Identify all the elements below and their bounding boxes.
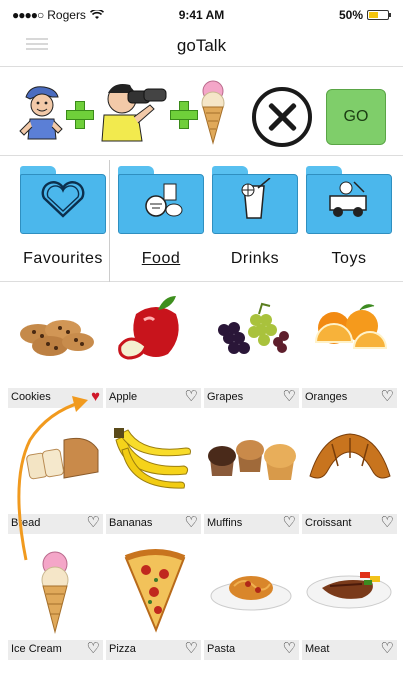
category-toys[interactable]: Toys (300, 160, 398, 282)
meat-image (302, 536, 397, 640)
heart-filled-icon[interactable]: ♥ (91, 389, 100, 405)
item-footer: Grapes ♡ (204, 388, 299, 408)
cookies-image (8, 284, 103, 388)
category-food[interactable]: Food (112, 160, 210, 282)
sentence-strip: GO (0, 66, 403, 156)
go-button[interactable]: GO (326, 89, 386, 145)
category-drinks[interactable]: Drinks (206, 160, 304, 282)
ice-cream-icon[interactable] (198, 79, 228, 145)
food-item-oranges[interactable]: Oranges ♡ (302, 284, 397, 410)
food-item-pasta[interactable]: Pasta ♡ (204, 536, 299, 662)
oranges-image (302, 284, 397, 388)
item-name: Bread (11, 517, 41, 529)
category-favourites[interactable]: Favourites (14, 160, 112, 282)
item-name: Grapes (207, 391, 244, 403)
heart-outline-icon[interactable]: ♡ (87, 641, 100, 657)
bread-image (8, 410, 103, 514)
item-footer: Bread ♡ (8, 514, 103, 534)
item-name: Bananas (109, 517, 153, 529)
heart-folder-icon (20, 166, 106, 234)
food-item-croissant[interactable]: Croissant ♡ (302, 410, 397, 536)
looking-binoculars-icon[interactable] (94, 79, 170, 145)
item-footer: Apple ♡ (106, 388, 201, 408)
category-label: Favourites (23, 250, 103, 267)
category-label: Toys (331, 250, 367, 267)
plus-icon (66, 101, 94, 129)
nav-bar: goTalk (0, 26, 403, 62)
item-name: Meat (305, 643, 330, 655)
food-item-ice-cream[interactable]: Ice Cream ♡ (8, 536, 103, 662)
item-footer: Croissant ♡ (302, 514, 397, 534)
toys-folder-icon (306, 166, 392, 234)
item-name: Ice Cream (11, 643, 62, 655)
food-item-bananas[interactable]: Bananas ♡ (106, 410, 201, 536)
drink-folder-icon (212, 166, 298, 234)
clear-button[interactable] (252, 87, 312, 147)
item-name: Croissant (305, 517, 352, 529)
app-title: goTalk (176, 36, 227, 55)
category-divider (109, 160, 110, 282)
ice-cream-image (8, 536, 103, 640)
heart-outline-icon[interactable]: ♡ (283, 515, 296, 531)
food-item-grapes[interactable]: Grapes ♡ (204, 284, 299, 410)
grapes-image (204, 284, 299, 388)
food-item-apple[interactable]: Apple ♡ (106, 284, 201, 410)
item-name: Pasta (207, 643, 236, 655)
heart-outline-icon[interactable]: ♡ (185, 641, 198, 657)
item-footer: Meat ♡ (302, 640, 397, 660)
food-item-cookies[interactable]: Cookies ♥ (8, 284, 103, 410)
food-item-meat[interactable]: Meat ♡ (302, 536, 397, 662)
heart-outline-icon[interactable]: ♡ (185, 389, 198, 405)
food-item-bread[interactable]: Bread ♡ (8, 410, 103, 536)
pizza-image (106, 536, 201, 640)
item-footer: Oranges ♡ (302, 388, 397, 408)
category-label: Drinks (230, 250, 280, 267)
food-item-pizza[interactable]: Pizza ♡ (106, 536, 201, 662)
item-footer: Bananas ♡ (106, 514, 201, 534)
heart-outline-icon[interactable]: ♡ (381, 389, 394, 405)
item-footer: Pizza ♡ (106, 640, 201, 660)
pasta-image (204, 536, 299, 640)
plus-icon (170, 101, 198, 129)
croissant-image (302, 410, 397, 514)
item-name: Pizza (109, 643, 136, 655)
heart-outline-icon[interactable]: ♡ (283, 389, 296, 405)
item-name: Muffins (207, 517, 243, 529)
item-footer: Cookies ♥ (8, 388, 103, 408)
heart-outline-icon[interactable]: ♡ (185, 515, 198, 531)
battery-info: 50% (338, 8, 391, 22)
item-footer: Pasta ♡ (204, 640, 299, 660)
boy-icon[interactable] (16, 81, 66, 145)
battery-percent: 50% (338, 8, 363, 22)
food-item-muffins[interactable]: Muffins ♡ (204, 410, 299, 536)
heart-outline-icon[interactable]: ♡ (283, 641, 296, 657)
item-name: Apple (109, 391, 138, 403)
battery-icon (367, 10, 391, 20)
food-folder-icon (118, 166, 204, 234)
item-footer: Muffins ♡ (204, 514, 299, 534)
item-footer: Ice Cream ♡ (8, 640, 103, 660)
heart-outline-icon[interactable]: ♡ (381, 515, 394, 531)
category-label: Food (141, 250, 181, 267)
bananas-image (106, 410, 201, 514)
heart-outline-icon[interactable]: ♡ (381, 641, 394, 657)
category-bar: Favourites Food Drinks Toys (0, 160, 403, 282)
apple-image (106, 284, 201, 388)
heart-outline-icon[interactable]: ♡ (87, 515, 100, 531)
item-name: Cookies (11, 391, 51, 403)
muffins-image (204, 410, 299, 514)
item-name: Oranges (305, 391, 348, 403)
status-bar: ●●●●○ Rogers 9:41 AM 50% (0, 0, 403, 26)
